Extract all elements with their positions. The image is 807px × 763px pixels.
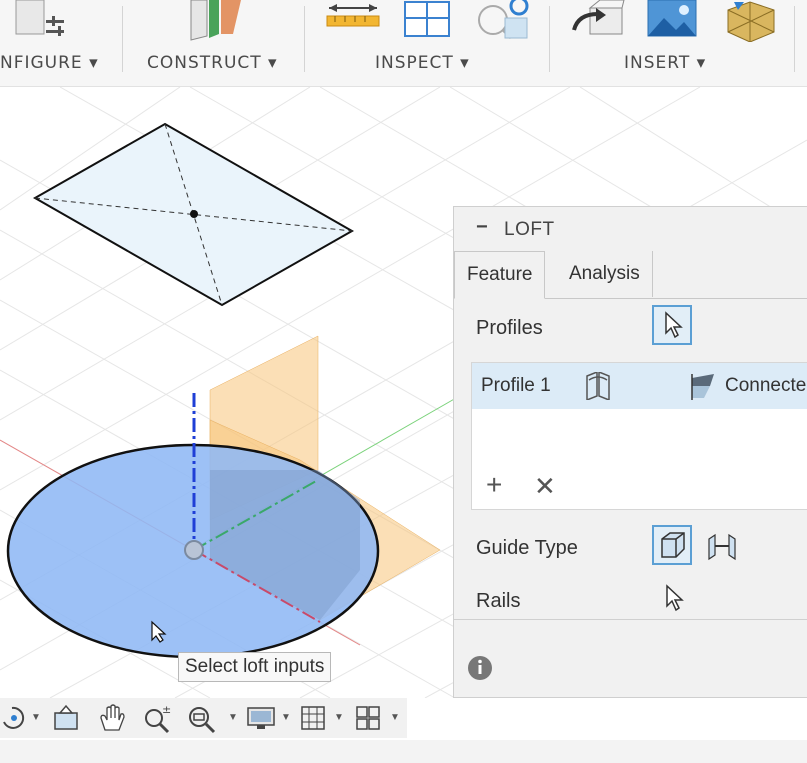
insert-mesh-icon [727, 1, 775, 42]
collapse-icon[interactable]: − [476, 216, 488, 239]
pan-hand-icon[interactable] [97, 704, 127, 732]
configure-icon [15, 0, 64, 36]
remove-profile-icon[interactable]: ✕ [534, 471, 556, 502]
chevron-down-icon[interactable]: ▼ [281, 712, 291, 723]
inspect-group[interactable]: INSPECT ▾ [305, 0, 548, 86]
construct-label[interactable]: CONSTRUCT ▾ [147, 53, 278, 73]
continuity-label[interactable]: Connecte [725, 375, 806, 397]
construct-plane-icon [190, 0, 241, 41]
loft-dialog: − LOFT Feature Analysis Profiles Profile… [453, 206, 807, 698]
guide-type-label: Guide Type [476, 537, 578, 559]
chevron-down-icon[interactable]: ▼ [334, 712, 344, 723]
display-settings-icon[interactable] [246, 704, 276, 732]
loft-header[interactable]: − LOFT [454, 207, 807, 247]
chevron-down-icon[interactable]: ▼ [390, 712, 400, 723]
tooltip: Select loft inputs [178, 652, 332, 682]
rails-label: Rails [476, 590, 521, 612]
grid-settings-icon[interactable] [299, 704, 327, 732]
section-analysis-icon [404, 1, 450, 37]
info-icon[interactable] [466, 654, 494, 682]
dialog-footer [454, 619, 807, 698]
origin-point [184, 540, 204, 560]
chevron-down-icon[interactable]: ▼ [228, 712, 238, 723]
tab-feature[interactable]: Feature [454, 251, 546, 299]
viewports-icon[interactable] [354, 704, 382, 732]
look-at-icon[interactable] [52, 704, 80, 732]
pointer-icon [665, 311, 683, 339]
profile-name: Profile 1 [481, 375, 551, 396]
connected-continuity-icon[interactable] [688, 372, 718, 400]
insert-label[interactable]: INSERT ▾ [624, 53, 706, 73]
separator [794, 6, 795, 72]
configure-group[interactable]: NFIGURE ▾ [0, 0, 122, 86]
chevron-down-icon[interactable]: ▼ [31, 712, 41, 723]
guide-type-rails-button[interactable] [652, 525, 692, 565]
insert-group[interactable]: INSERT ▾ [550, 0, 793, 86]
interference-icon [478, 0, 529, 40]
top-toolbar: NFIGURE ▾ CONSTRUCT ▾ INSPECT ▾ INSERT ▾ [0, 0, 807, 87]
inspect-label[interactable]: INSPECT ▾ [375, 53, 470, 73]
dialog-title: LOFT [504, 219, 555, 240]
profiles-select-button[interactable] [652, 305, 692, 345]
rails-guide-icon [661, 532, 685, 558]
insert-derive-icon [572, 0, 625, 35]
orbit-icon[interactable] [0, 704, 26, 732]
tab-analysis[interactable]: Analysis [557, 251, 653, 297]
add-profile-icon[interactable]: + [486, 469, 502, 501]
profile-list: Profile 1 Connecte + ✕ [471, 362, 807, 510]
svg-text:±: ± [162, 704, 171, 716]
zoom-icon[interactable]: ± [142, 704, 174, 734]
status-strip [0, 740, 807, 763]
insert-canvas-icon [647, 0, 697, 37]
centerline-guide-icon[interactable] [705, 529, 739, 563]
configure-label[interactable]: NFIGURE ▾ [0, 53, 99, 73]
zoom-window-icon[interactable] [186, 704, 218, 734]
tab-bar: Feature Analysis [454, 249, 807, 299]
navigation-bar: ▼ ± ▼ ▼ ▼ ▼ [0, 698, 407, 738]
profiles-label: Profiles [476, 317, 543, 339]
rails-pointer-icon[interactable] [659, 582, 689, 614]
measure-icon [326, 4, 380, 27]
profile-row[interactable]: Profile 1 Connecte [472, 363, 807, 409]
construct-group[interactable]: CONSTRUCT ▾ [123, 0, 303, 86]
flip-direction-icon[interactable] [583, 372, 613, 400]
